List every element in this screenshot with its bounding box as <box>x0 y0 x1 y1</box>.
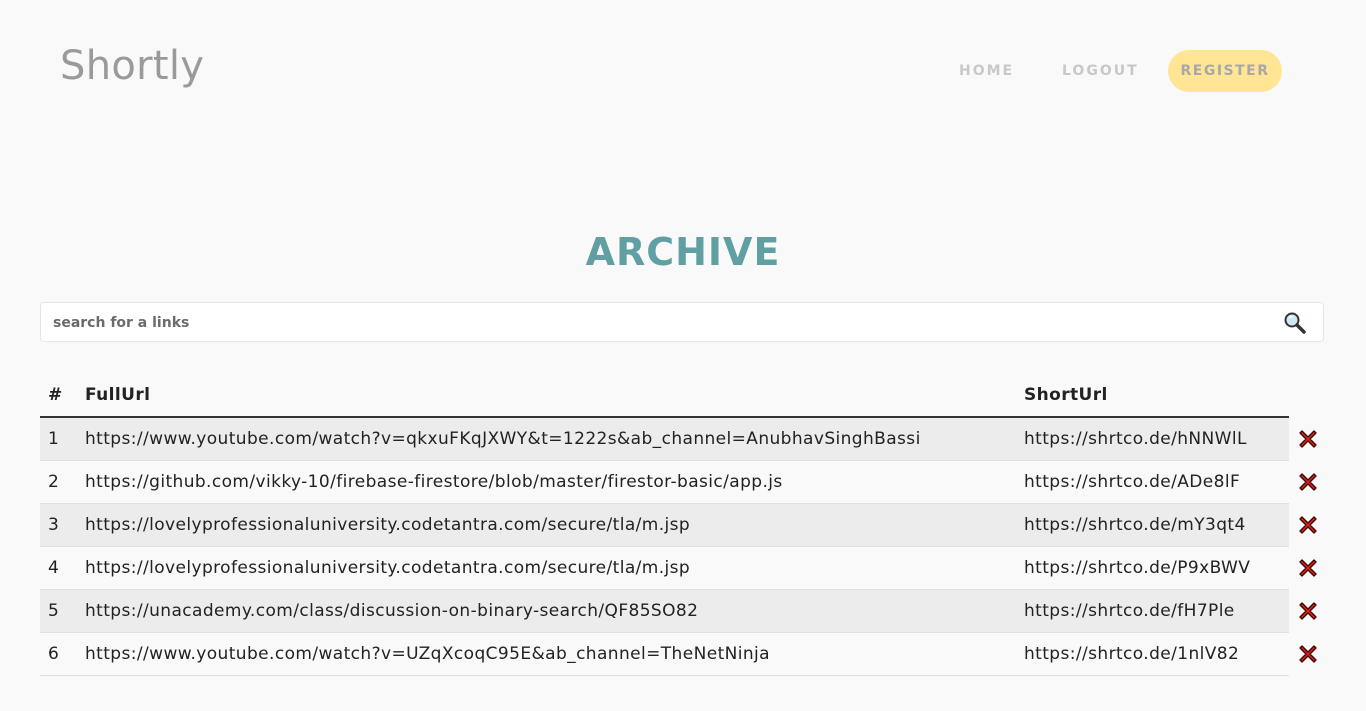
header-full-url: FullUrl <box>85 374 1024 418</box>
links-table: # FullUrl ShortUrl 1 https://www.youtube.… <box>40 374 1326 676</box>
table-header-row: # FullUrl ShortUrl <box>40 374 1326 418</box>
delete-cell <box>1289 460 1326 504</box>
short-url[interactable]: https://shrtco.de/fH7Ple <box>1024 589 1289 633</box>
header-num: # <box>40 374 85 418</box>
search-bar <box>40 302 1324 343</box>
full-url[interactable]: https://www.youtube.com/watch?v=UZqXcoqC… <box>85 632 1024 676</box>
delete-cell <box>1289 589 1326 633</box>
close-icon[interactable] <box>1297 600 1319 622</box>
full-url[interactable]: https://github.com/vikky-10/firebase-fir… <box>85 460 1024 504</box>
delete-cell <box>1289 546 1326 590</box>
nav-home-link[interactable]: HOME <box>959 50 1014 92</box>
delete-cell <box>1289 417 1326 461</box>
page-title: ARCHIVE <box>585 230 781 274</box>
table-row: 2 https://github.com/vikky-10/firebase-fi… <box>40 460 1326 504</box>
delete-cell <box>1289 632 1326 676</box>
row-number: 5 <box>40 589 85 633</box>
delete-cell <box>1289 503 1326 547</box>
search-icon[interactable] <box>1283 311 1307 335</box>
close-icon[interactable] <box>1297 471 1319 493</box>
row-number: 3 <box>40 503 85 547</box>
top-nav: HOME LOGOUT REGISTER <box>0 50 1366 92</box>
close-icon[interactable] <box>1297 514 1319 536</box>
close-icon[interactable] <box>1297 428 1319 450</box>
full-url[interactable]: https://lovelyprofessionaluniversity.cod… <box>85 503 1024 547</box>
short-url[interactable]: https://shrtco.de/P9xBWV <box>1024 546 1289 590</box>
table-row: 3 https://lovelyprofessionaluniversity.co… <box>40 503 1326 547</box>
close-icon[interactable] <box>1297 643 1319 665</box>
row-number: 4 <box>40 546 85 590</box>
table-row: 4 https://lovelyprofessionaluniversity.co… <box>40 546 1326 590</box>
row-number: 1 <box>40 417 85 461</box>
table-row: 6 https://www.youtube.com/watch?v=UZqXcoq… <box>40 632 1326 676</box>
full-url[interactable]: https://www.youtube.com/watch?v=qkxuFKqJ… <box>85 417 1024 461</box>
header-actions <box>1289 374 1326 417</box>
search-input[interactable] <box>51 303 1275 343</box>
header-short-url: ShortUrl <box>1024 374 1289 418</box>
table-row: 5 https://unacademy.com/class/discussion-… <box>40 589 1326 633</box>
short-url[interactable]: https://shrtco.de/hNNWlL <box>1024 417 1289 461</box>
table-row: 1 https://www.youtube.com/watch?v=qkxuFKq… <box>40 417 1326 461</box>
short-url[interactable]: https://shrtco.de/mY3qt4 <box>1024 503 1289 547</box>
links-table-body: 1 https://www.youtube.com/watch?v=qkxuFKq… <box>40 417 1326 676</box>
row-number: 6 <box>40 632 85 676</box>
full-url[interactable]: https://lovelyprofessionaluniversity.cod… <box>85 546 1024 590</box>
nav-logout-link[interactable]: LOGOUT <box>1062 50 1139 92</box>
short-url[interactable]: https://shrtco.de/1nlV82 <box>1024 632 1289 676</box>
register-button[interactable]: REGISTER <box>1168 50 1282 92</box>
short-url[interactable]: https://shrtco.de/ADe8lF <box>1024 460 1289 504</box>
row-number: 2 <box>40 460 85 504</box>
full-url[interactable]: https://unacademy.com/class/discussion-o… <box>85 589 1024 633</box>
close-icon[interactable] <box>1297 557 1319 579</box>
